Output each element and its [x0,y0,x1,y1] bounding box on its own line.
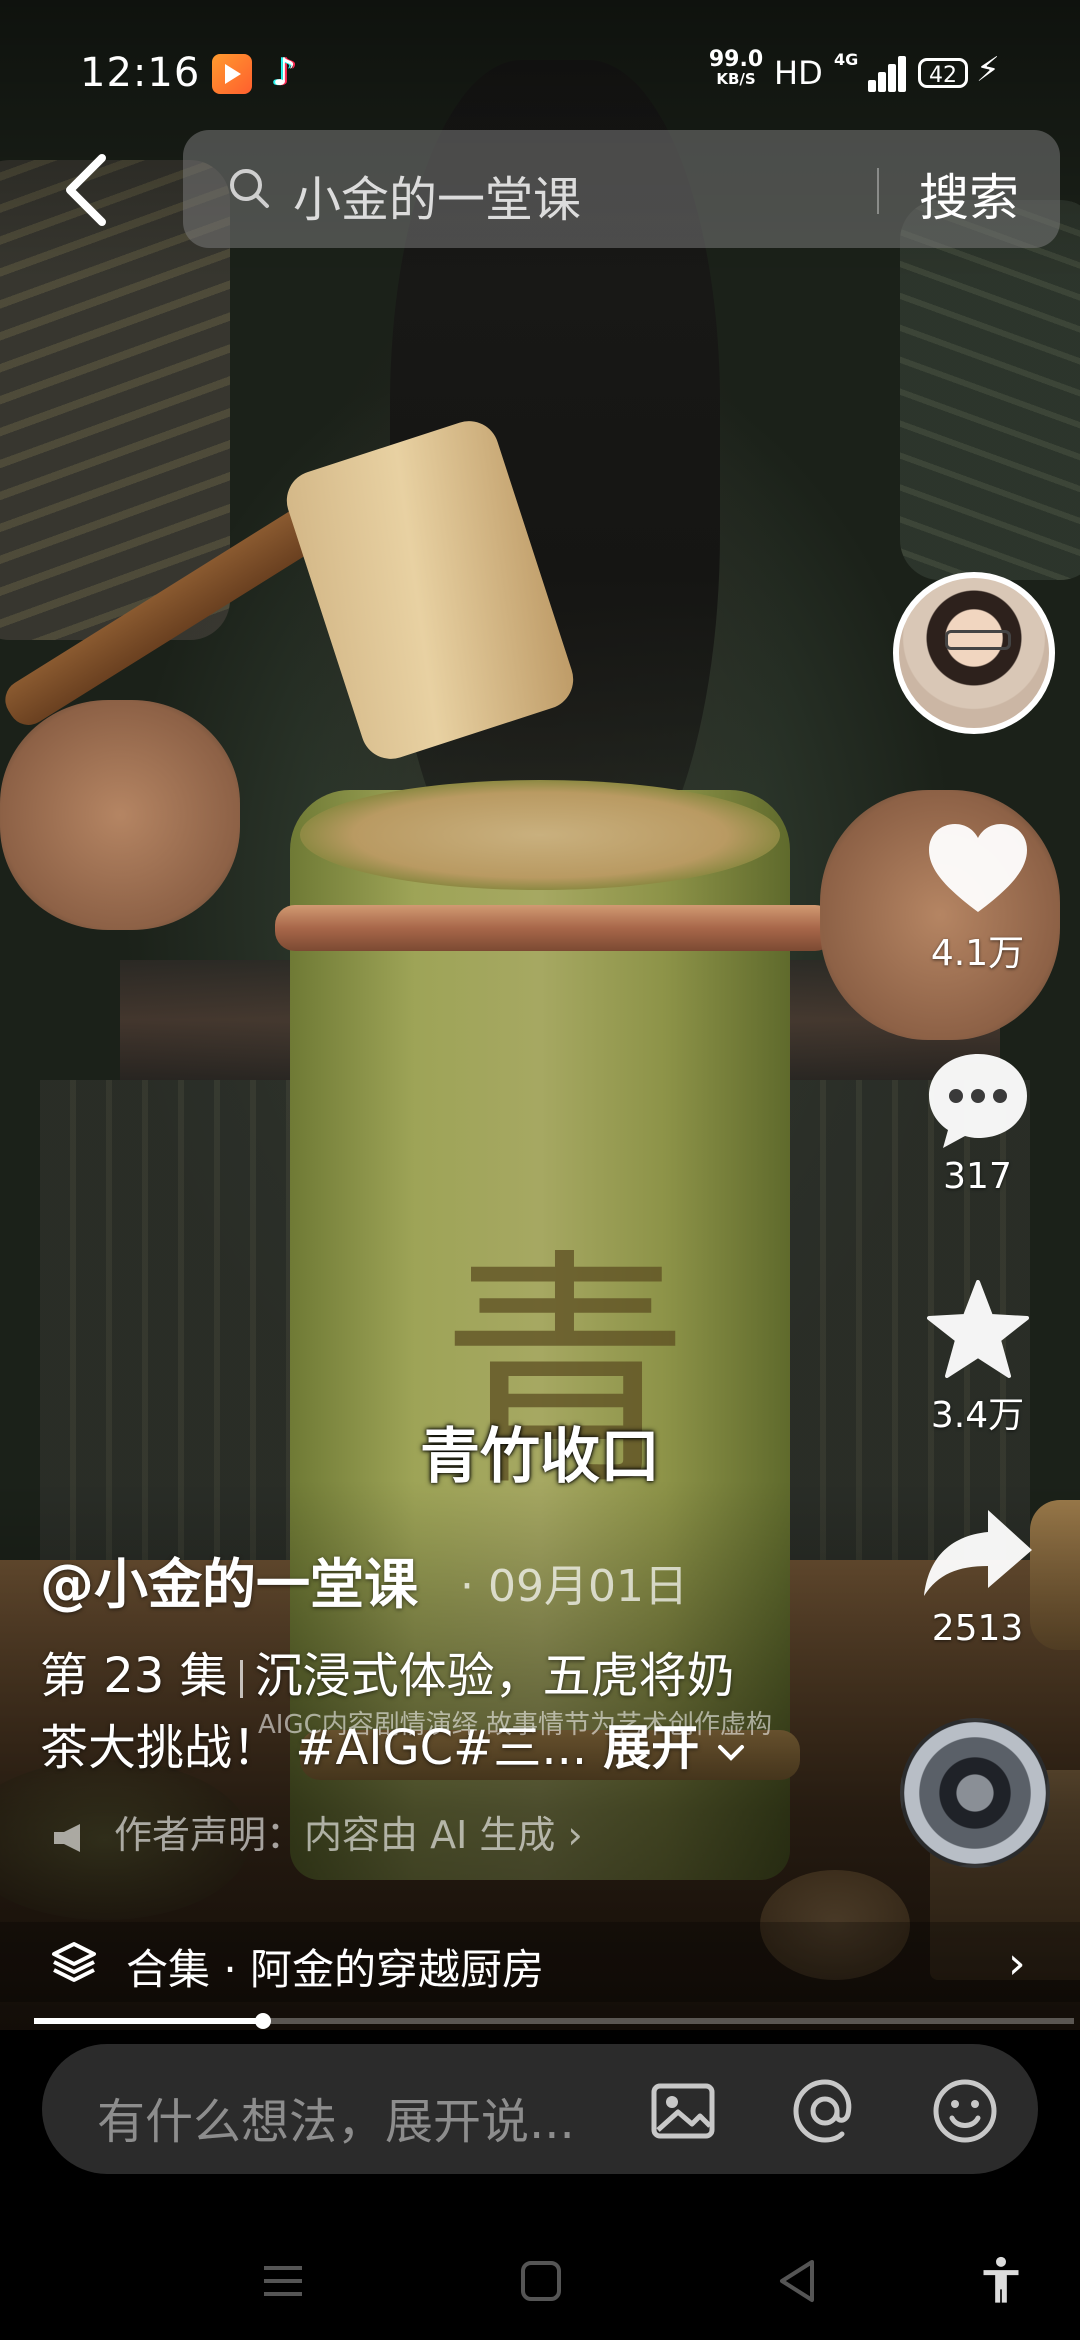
bottom-area: 有什么想法，展开说... [0,2030,1080,2340]
ai-declaration[interactable]: 作者声明：内容由 AI 生成 › [50,1804,583,1859]
search-icon [230,169,269,208]
author-avatar[interactable] [893,572,1055,734]
system-nav-bar [0,2226,1080,2336]
signal-icon: 4G [834,50,906,96]
home-icon[interactable] [516,2256,566,2306]
collection-bar[interactable]: 合集 · 阿金的穿越厨房 › [0,1922,1080,2002]
collection-icon [52,1942,96,1982]
video-description-line1[interactable]: 第 23 集沉浸式体验，五虎将奶 [40,1636,735,1706]
video-frame-bamboo-rim [300,780,780,890]
status-time: 12:16 [80,50,201,96]
collection-title: 合集 · 阿金的穿越厨房 [126,1945,545,1994]
share-count: 2513 [931,1608,1024,1649]
aigc-watermark: AIGC内容剧情演绎 故事情节为艺术创作虚构 [258,1710,773,1740]
share-icon [923,1510,1032,1596]
comment-icon [928,1054,1027,1148]
video-frame-hand-left [0,700,240,930]
comment-button[interactable]: 317 [900,1048,1055,1197]
recents-icon[interactable] [258,2256,308,2306]
search-bar[interactable]: 小金的一堂课 搜索 [183,130,1060,248]
video-frame-copper-band [275,905,835,951]
music-disc[interactable] [900,1718,1050,1868]
image-icon[interactable] [648,2076,718,2146]
video-subtitle: 青竹收口 [420,1422,660,1492]
back-nav-icon[interactable] [772,2256,822,2306]
search-divider [877,168,879,214]
episode-label: 第 23 集 [40,1648,228,1704]
back-button[interactable] [58,152,118,228]
chevron-down-icon [717,1745,744,1761]
charging-icon: ⚡ [976,50,1000,90]
comment-input-bar[interactable]: 有什么想法，展开说... [42,2044,1038,2174]
episode-separator [239,1660,243,1698]
video-app-icon [212,54,252,94]
battery-icon: 42 [918,58,968,88]
back-arrow-icon [66,154,106,226]
like-count: 4.1万 [930,933,1025,974]
mention-icon[interactable] [790,2076,860,2146]
progress-fill [34,2018,263,2024]
comment-count: 317 [943,1156,1012,1197]
like-button[interactable]: 4.1万 [900,820,1055,976]
network-type: 4G [834,50,859,69]
video-progress-bar[interactable] [34,2013,1074,2029]
comment-input[interactable]: 有什么想法，展开说... [97,2082,575,2152]
chevron-right-icon: › [567,1813,583,1857]
search-input[interactable]: 小金的一堂课 [293,160,581,230]
ai-declaration-text: 作者声明：内容由 AI 生成 [114,1813,556,1857]
heart-icon [928,824,1027,912]
tiktok-icon: ♪ [272,50,297,94]
search-button[interactable]: 搜索 [919,158,1019,230]
chevron-right-icon: › [1008,1938,1026,1989]
status-bar: 12:16 ♪ 99.0 KB/S HD 4G 42 ⚡ [0,40,1080,106]
share-button[interactable]: 2513 [900,1504,1055,1649]
network-speed-unit: KB/S [716,70,756,88]
progress-handle[interactable] [254,2013,271,2029]
star-icon [926,1280,1029,1378]
megaphone-icon [54,1823,80,1852]
emoji-icon[interactable] [930,2076,1000,2146]
battery-level: 42 [929,63,957,88]
network-speed-value: 99.0 [708,47,764,72]
publish-date: · 09月01日 [460,1561,688,1612]
hd-indicator: HD [774,54,823,92]
author-name[interactable]: @小金的一堂课 [40,1540,418,1619]
network-speed: 99.0 KB/S [704,47,768,89]
accessibility-icon[interactable] [976,2256,1026,2306]
title-line1: 沉浸式体验，五虎将奶 [254,1648,735,1704]
